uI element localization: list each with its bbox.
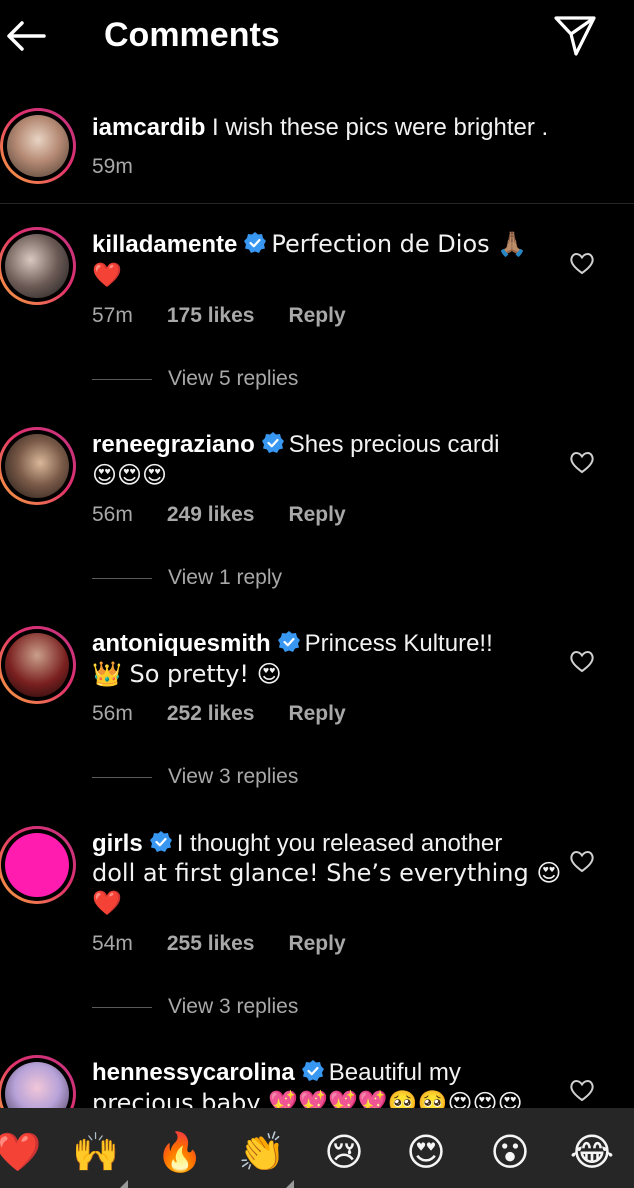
- emoji-variant-indicator-icon: [120, 1180, 128, 1188]
- comment-item: hennessycarolina Beautiful my precious ba…: [0, 0, 634, 1108]
- emoji-surprised-face-button[interactable]: 😮: [484, 1130, 536, 1174]
- like-heart-icon[interactable]: [568, 1076, 596, 1104]
- emoji-laughing-tears-button[interactable]: 😂: [566, 1130, 618, 1174]
- emoji-fire-button[interactable]: 🔥: [154, 1130, 206, 1174]
- emoji-variant-indicator-icon: [286, 1180, 294, 1188]
- comment-username[interactable]: hennessycarolina: [92, 1059, 295, 1086]
- emoji-heart-button[interactable]: ❤️: [0, 1130, 44, 1174]
- emoji-reaction-bar: ❤️ 🙌 🔥 👏 😢 😍 😮 😂: [0, 1108, 634, 1188]
- emoji-raised-hands-button[interactable]: 🙌: [70, 1130, 122, 1174]
- verified-badge-icon: [301, 1060, 324, 1081]
- comment-text-line2: precious baby 💖💖💖💖🥺🥺😍😍😍: [92, 1089, 523, 1108]
- comment-text: Beautiful my: [328, 1059, 461, 1086]
- emoji-heart-eyes-button[interactable]: 😍: [400, 1130, 452, 1174]
- emoji-clapping-hands-button[interactable]: 👏: [236, 1130, 288, 1174]
- avatar[interactable]: [0, 1055, 76, 1108]
- emoji-crying-face-button[interactable]: 😢: [318, 1130, 370, 1174]
